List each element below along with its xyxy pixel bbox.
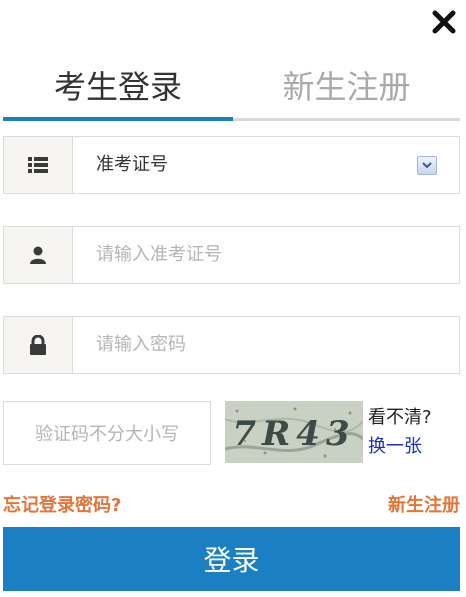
tab-active-indicator [3, 117, 233, 121]
password-input[interactable]: 请输入密码 [3, 316, 460, 374]
captcha-unclear-label: 看不清? [368, 407, 432, 428]
id-type-icon-box [4, 137, 73, 193]
close-icon [432, 10, 456, 34]
captcha-text: 7R43 [232, 414, 355, 454]
list-icon [28, 157, 48, 173]
password-placeholder: 请输入密码 [96, 334, 186, 355]
select-dropdown-button[interactable] [417, 156, 437, 175]
captcha-refresh-link[interactable]: 换一张 [368, 432, 422, 458]
close-button[interactable] [428, 6, 460, 38]
captcha-input[interactable]: 验证码不分大小写 [3, 401, 211, 465]
new-register-link[interactable]: 新生注册 [388, 491, 460, 517]
chevron-down-icon [422, 162, 432, 169]
tab-student-login[interactable]: 考生登录 [3, 58, 233, 116]
id-type-value: 准考证号 [96, 154, 168, 175]
lock-icon-box [4, 317, 73, 373]
user-icon-box [4, 227, 73, 283]
captcha-image[interactable]: 7R43 [225, 401, 363, 463]
lock-icon [30, 335, 46, 355]
id-number-placeholder: 请输入准考证号 [96, 244, 222, 265]
forgot-password-link[interactable]: 忘记登录密码? [3, 491, 121, 517]
captcha-graphic: 7R43 [225, 401, 363, 463]
login-button[interactable]: 登录 [3, 527, 460, 591]
login-tabs: 考生登录 新生注册 [3, 58, 460, 122]
user-icon [30, 246, 46, 264]
captcha-placeholder: 验证码不分大小写 [35, 424, 179, 445]
tab-new-register[interactable]: 新生注册 [233, 58, 460, 116]
id-type-select[interactable]: 准考证号 [3, 136, 460, 194]
id-number-input[interactable]: 请输入准考证号 [3, 226, 460, 284]
